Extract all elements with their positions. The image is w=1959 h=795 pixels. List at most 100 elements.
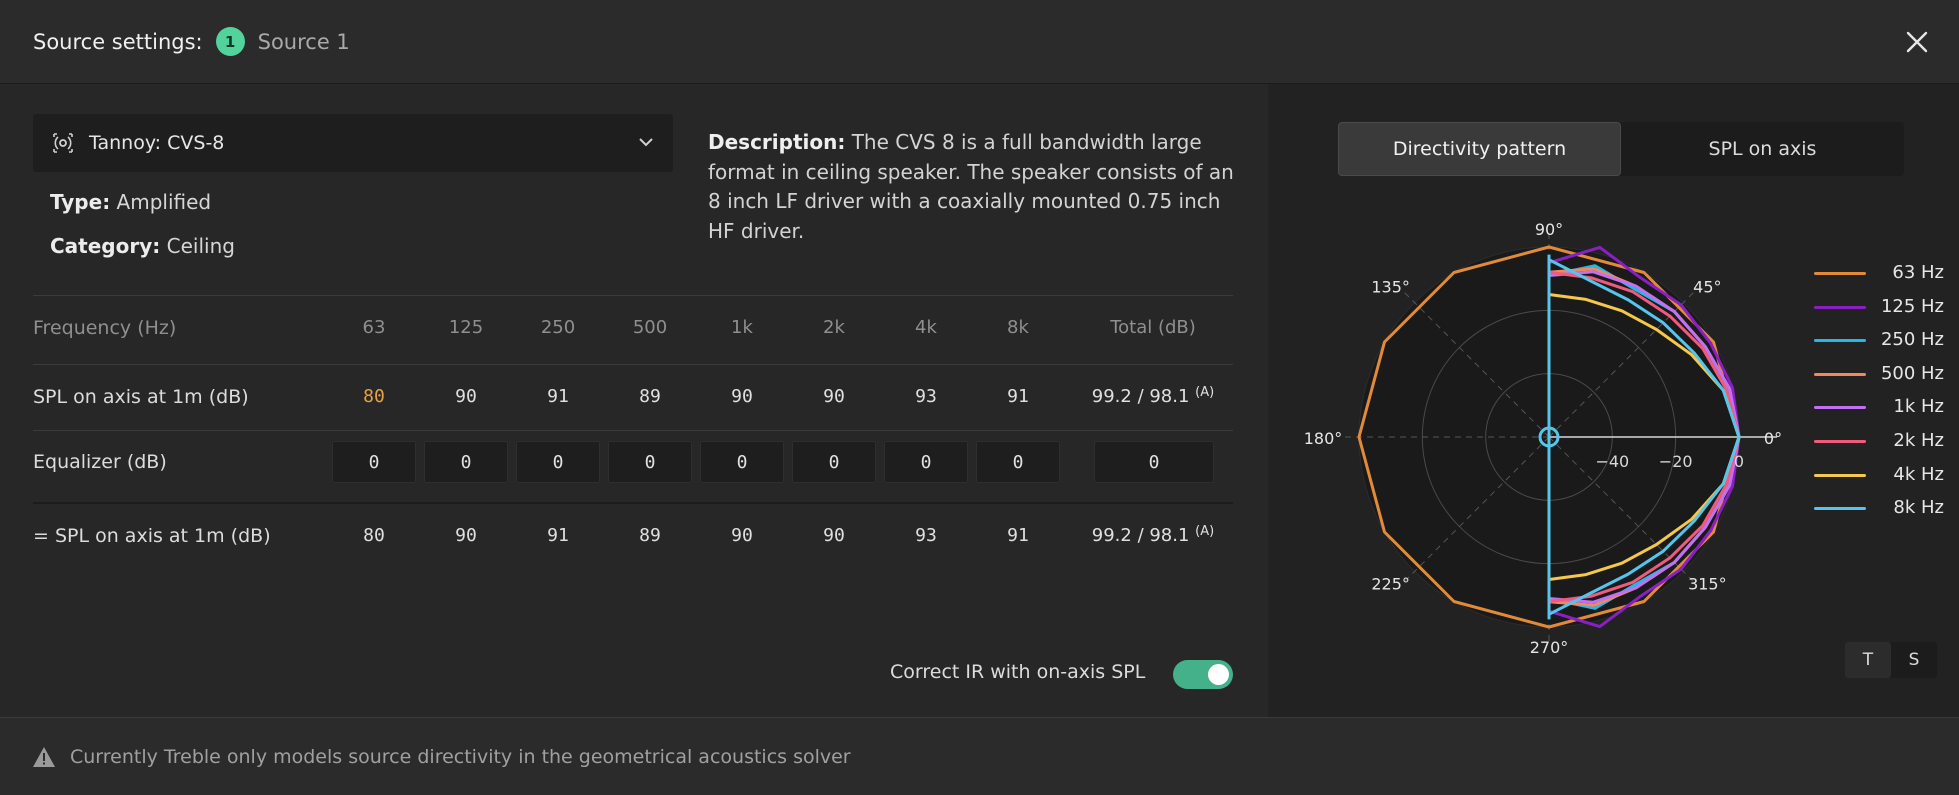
- spl-cell: 90: [731, 386, 753, 407]
- dialog-header: Source settings: 1 Source 1: [0, 0, 1959, 84]
- legend-label: 4k Hz: [1893, 463, 1944, 485]
- legend-item[interactable]: 4k Hz: [1814, 462, 1944, 496]
- spl-cell: 89: [639, 386, 661, 407]
- spl-cell: 93: [915, 386, 937, 407]
- source-details-panel: Tannoy: CVS-8 Type: Amplified Category: …: [0, 84, 1268, 717]
- legend-label: 125 Hz: [1880, 295, 1944, 317]
- result-total: 99.2 / 98.1 (A): [1088, 524, 1218, 546]
- source-name: Source 1: [257, 29, 350, 54]
- warning-icon: [33, 746, 55, 767]
- legend-swatch: [1814, 339, 1866, 343]
- total-header: Total (dB): [1110, 317, 1196, 338]
- close-icon: [1906, 31, 1928, 53]
- type-value: Amplified: [116, 190, 212, 214]
- spl-cell: 90: [455, 386, 477, 407]
- polar-angle-label: 315°: [1688, 574, 1727, 593]
- legend-swatch: [1814, 507, 1866, 511]
- result-cell: 91: [1007, 525, 1029, 546]
- result-cell: 91: [547, 525, 569, 546]
- result-cell: 93: [915, 525, 937, 546]
- directivity-panel: Directivity pattern SPL on axis 0° 45° 90°…: [1268, 84, 1959, 717]
- speaker-icon: [53, 133, 73, 153]
- dialog-title: Source settings:: [33, 29, 203, 54]
- spl-cell: 91: [1007, 386, 1029, 407]
- legend-item[interactable]: 8k Hz: [1814, 495, 1944, 529]
- frequency-header-cell: 250: [540, 317, 576, 338]
- result-cell: 80: [363, 525, 385, 546]
- frequency-header-cell: 4k: [915, 317, 937, 338]
- equalizer-input-250[interactable]: 0: [516, 441, 600, 483]
- legend-swatch: [1814, 473, 1866, 477]
- spl-cell: 90: [823, 386, 845, 407]
- spl-row-label: SPL on axis at 1m (dB): [33, 386, 249, 408]
- frequency-header-cell: 2k: [823, 317, 845, 338]
- legend-label: 500 Hz: [1880, 362, 1944, 384]
- legend-item[interactable]: 1k Hz: [1814, 394, 1944, 428]
- weighting-suffix: (A): [1195, 524, 1215, 539]
- polar-angle-label: 45°: [1693, 278, 1721, 297]
- spl-total-value: 99.2 / 98.1: [1091, 386, 1190, 407]
- equalizer-input-63[interactable]: 0: [332, 441, 416, 483]
- correct-ir-toggle[interactable]: [1173, 660, 1233, 689]
- equalizer-input-8k[interactable]: 0: [976, 441, 1060, 483]
- result-cell: 89: [639, 525, 661, 546]
- source-description: Description: The CVS 8 is a full bandwid…: [708, 128, 1238, 246]
- polar-angle-label: 0°: [1764, 429, 1782, 448]
- legend-item[interactable]: 2k Hz: [1814, 428, 1944, 462]
- frequency-header-cell: 125: [448, 317, 484, 338]
- frequency-header-label: Frequency (Hz): [33, 317, 177, 339]
- selected-source-label: Tannoy: CVS-8: [89, 132, 225, 154]
- source-select[interactable]: Tannoy: CVS-8: [33, 114, 673, 172]
- type-label: Type:: [50, 190, 111, 214]
- equalizer-input-1k[interactable]: 0: [700, 441, 784, 483]
- view-toggle-s[interactable]: S: [1891, 642, 1937, 678]
- close-button[interactable]: [1897, 22, 1937, 62]
- source-type: Type: Amplified: [50, 190, 211, 214]
- frequency-header-cell: 1k: [731, 317, 753, 338]
- legend-item[interactable]: 63 Hz: [1814, 260, 1944, 294]
- legend-item[interactable]: 250 Hz: [1814, 327, 1944, 361]
- chart-legend: 63 Hz 125 Hz 250 Hz 500 Hz 1k Hz 2k Hz 4k Hz 8k…: [1814, 260, 1944, 529]
- equalizer-input-500[interactable]: 0: [608, 441, 692, 483]
- legend-item[interactable]: 500 Hz: [1814, 361, 1944, 395]
- result-cell: 90: [455, 525, 477, 546]
- result-total-value: 99.2 / 98.1: [1091, 525, 1190, 546]
- category-value: Ceiling: [166, 234, 235, 258]
- legend-swatch: [1814, 305, 1866, 309]
- chevron-down-icon: [639, 138, 653, 147]
- spl-cell: 91: [547, 386, 569, 407]
- result-cell: 90: [823, 525, 845, 546]
- polar-angle-label: 270°: [1530, 638, 1569, 657]
- frequency-header-cell: 8k: [1007, 317, 1029, 338]
- frequency-header-cell: 500: [632, 317, 668, 338]
- result-cell: 90: [731, 525, 753, 546]
- source-number-badge: 1: [215, 27, 245, 56]
- info-footer: Currently Treble only models source dire…: [0, 717, 1959, 795]
- correct-ir-label: Correct IR with on-axis SPL: [890, 661, 1146, 683]
- result-row-label: = SPL on axis at 1m (dB): [33, 525, 271, 547]
- polar-radial-tick-label: −40: [1595, 452, 1629, 471]
- legend-label: 2k Hz: [1893, 429, 1944, 451]
- equalizer-input-125[interactable]: 0: [424, 441, 508, 483]
- source-category: Category: Ceiling: [50, 234, 235, 258]
- equalizer-input-2k[interactable]: 0: [792, 441, 876, 483]
- divider: [33, 502, 1233, 504]
- category-label: Category:: [50, 234, 161, 258]
- equalizer-total-input[interactable]: 0: [1094, 441, 1214, 483]
- frequency-header-cell: 63: [362, 317, 386, 338]
- equalizer-row-label: Equalizer (dB): [33, 451, 167, 473]
- legend-label: 1k Hz: [1893, 396, 1944, 418]
- polar-angle-label: 135°: [1371, 278, 1410, 297]
- spl-cell: 80: [363, 386, 385, 407]
- polar-radial-tick-label: −20: [1659, 452, 1693, 471]
- legend-swatch: [1814, 406, 1866, 410]
- weighting-suffix: (A): [1195, 385, 1215, 400]
- equalizer-input-4k[interactable]: 0: [884, 441, 968, 483]
- footer-message: Currently Treble only models source dire…: [70, 745, 851, 768]
- view-toggle-t[interactable]: T: [1845, 642, 1891, 678]
- divider: [33, 430, 1233, 431]
- divider: [33, 364, 1233, 365]
- legend-item[interactable]: 125 Hz: [1814, 294, 1944, 328]
- legend-swatch: [1814, 372, 1866, 376]
- divider: [33, 295, 1233, 296]
